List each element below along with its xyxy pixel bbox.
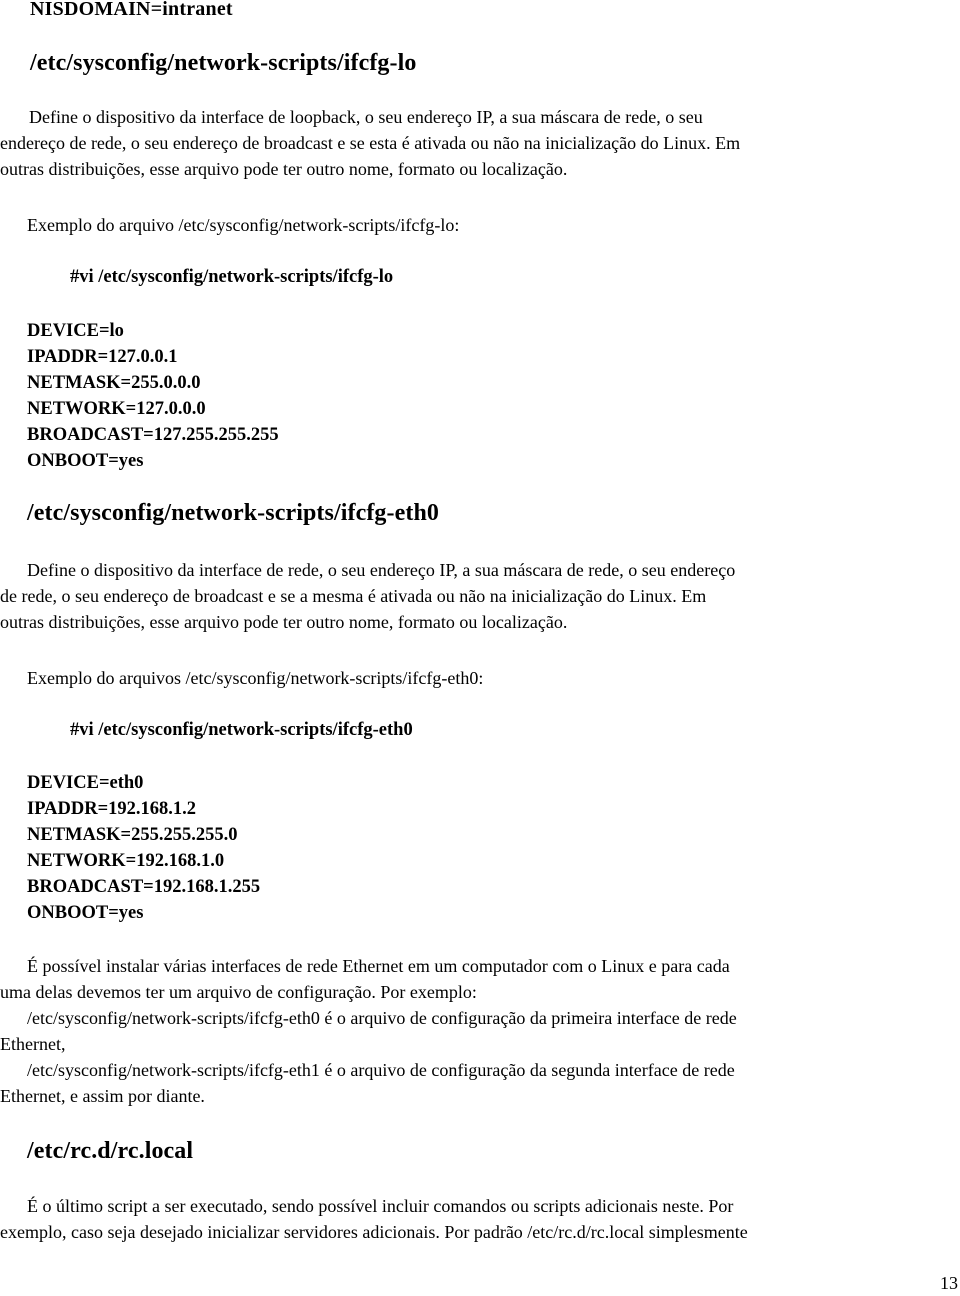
- text-line: /etc/sysconfig/network-scripts/ifcfg-eth…: [27, 1008, 737, 1028]
- config-line: NETWORK=192.168.1.0: [27, 851, 225, 871]
- example-intro-ifcfg-eth0: Exemplo do arquivos /etc/sysconfig/netwo…: [27, 668, 484, 688]
- text-line: É possível instalar várias interfaces de…: [27, 956, 730, 976]
- config-line: DEVICE=eth0: [27, 773, 144, 793]
- config-block-ifcfg-lo: DEVICE=lo IPADDR=127.0.0.1 NETMASK=255.0…: [27, 318, 279, 474]
- text-line: uma delas devemos ter um arquivo de conf…: [0, 982, 477, 1002]
- config-line: DEVICE=lo: [27, 321, 124, 341]
- description-ifcfg-lo: Define o dispositivo da interface de loo…: [0, 104, 740, 182]
- paragraph-multiple-interfaces: É possível instalar várias interfaces de…: [0, 953, 737, 1109]
- text-line: Ethernet, e assim por diante.: [0, 1086, 205, 1106]
- text-line: Define o dispositivo da interface de red…: [27, 560, 736, 580]
- config-line: NETMASK=255.255.255.0: [27, 825, 238, 845]
- text-line: outras distribuições, esse arquivo pode …: [0, 612, 568, 632]
- text-line: exemplo, caso seja desejado inicializar …: [0, 1222, 748, 1242]
- text-line: Define o dispositivo da interface de loo…: [29, 107, 703, 127]
- command-vi-ifcfg-lo: #vi /etc/sysconfig/network-scripts/ifcfg…: [70, 267, 394, 287]
- config-line: ONBOOT=yes: [27, 451, 144, 471]
- text-line: outras distribuições, esse arquivo pode …: [0, 159, 568, 179]
- page-number: 13: [940, 1273, 958, 1293]
- section-heading-ifcfg-eth0: /etc/sysconfig/network-scripts/ifcfg-eth…: [27, 500, 440, 526]
- config-line: NETMASK=255.0.0.0: [27, 373, 201, 393]
- config-block-ifcfg-eth0: DEVICE=eth0 IPADDR=192.168.1.2 NETMASK=2…: [27, 770, 260, 926]
- command-vi-ifcfg-eth0: #vi /etc/sysconfig/network-scripts/ifcfg…: [70, 720, 413, 740]
- text-line: /etc/sysconfig/network-scripts/ifcfg-eth…: [27, 1060, 735, 1080]
- nisdomain-line: NISDOMAIN=intranet: [30, 0, 233, 20]
- config-line: BROADCAST=127.255.255.255: [27, 425, 279, 445]
- text-line: Ethernet,: [0, 1034, 66, 1054]
- paragraph-rc-local: É o último script a ser executado, sendo…: [0, 1193, 748, 1245]
- section-heading-ifcfg-lo: /etc/sysconfig/network-scripts/ifcfg-lo: [30, 50, 417, 76]
- text-line: É o último script a ser executado, sendo…: [27, 1196, 734, 1216]
- config-line: IPADDR=127.0.0.1: [27, 347, 178, 367]
- text-line: endereço de rede, o seu endereço de broa…: [0, 133, 741, 153]
- section-heading-rc-local: /etc/rc.d/rc.local: [27, 1138, 194, 1164]
- example-intro-ifcfg-lo: Exemplo do arquivo /etc/sysconfig/networ…: [27, 215, 460, 235]
- config-line: ONBOOT=yes: [27, 903, 144, 923]
- config-line: BROADCAST=192.168.1.255: [27, 877, 261, 897]
- config-line: IPADDR=192.168.1.2: [27, 799, 196, 819]
- text-line: de rede, o seu endereço de broadcast e s…: [0, 586, 707, 606]
- config-line: NETWORK=127.0.0.0: [27, 399, 206, 419]
- description-ifcfg-eth0: Define o dispositivo da interface de red…: [0, 557, 735, 635]
